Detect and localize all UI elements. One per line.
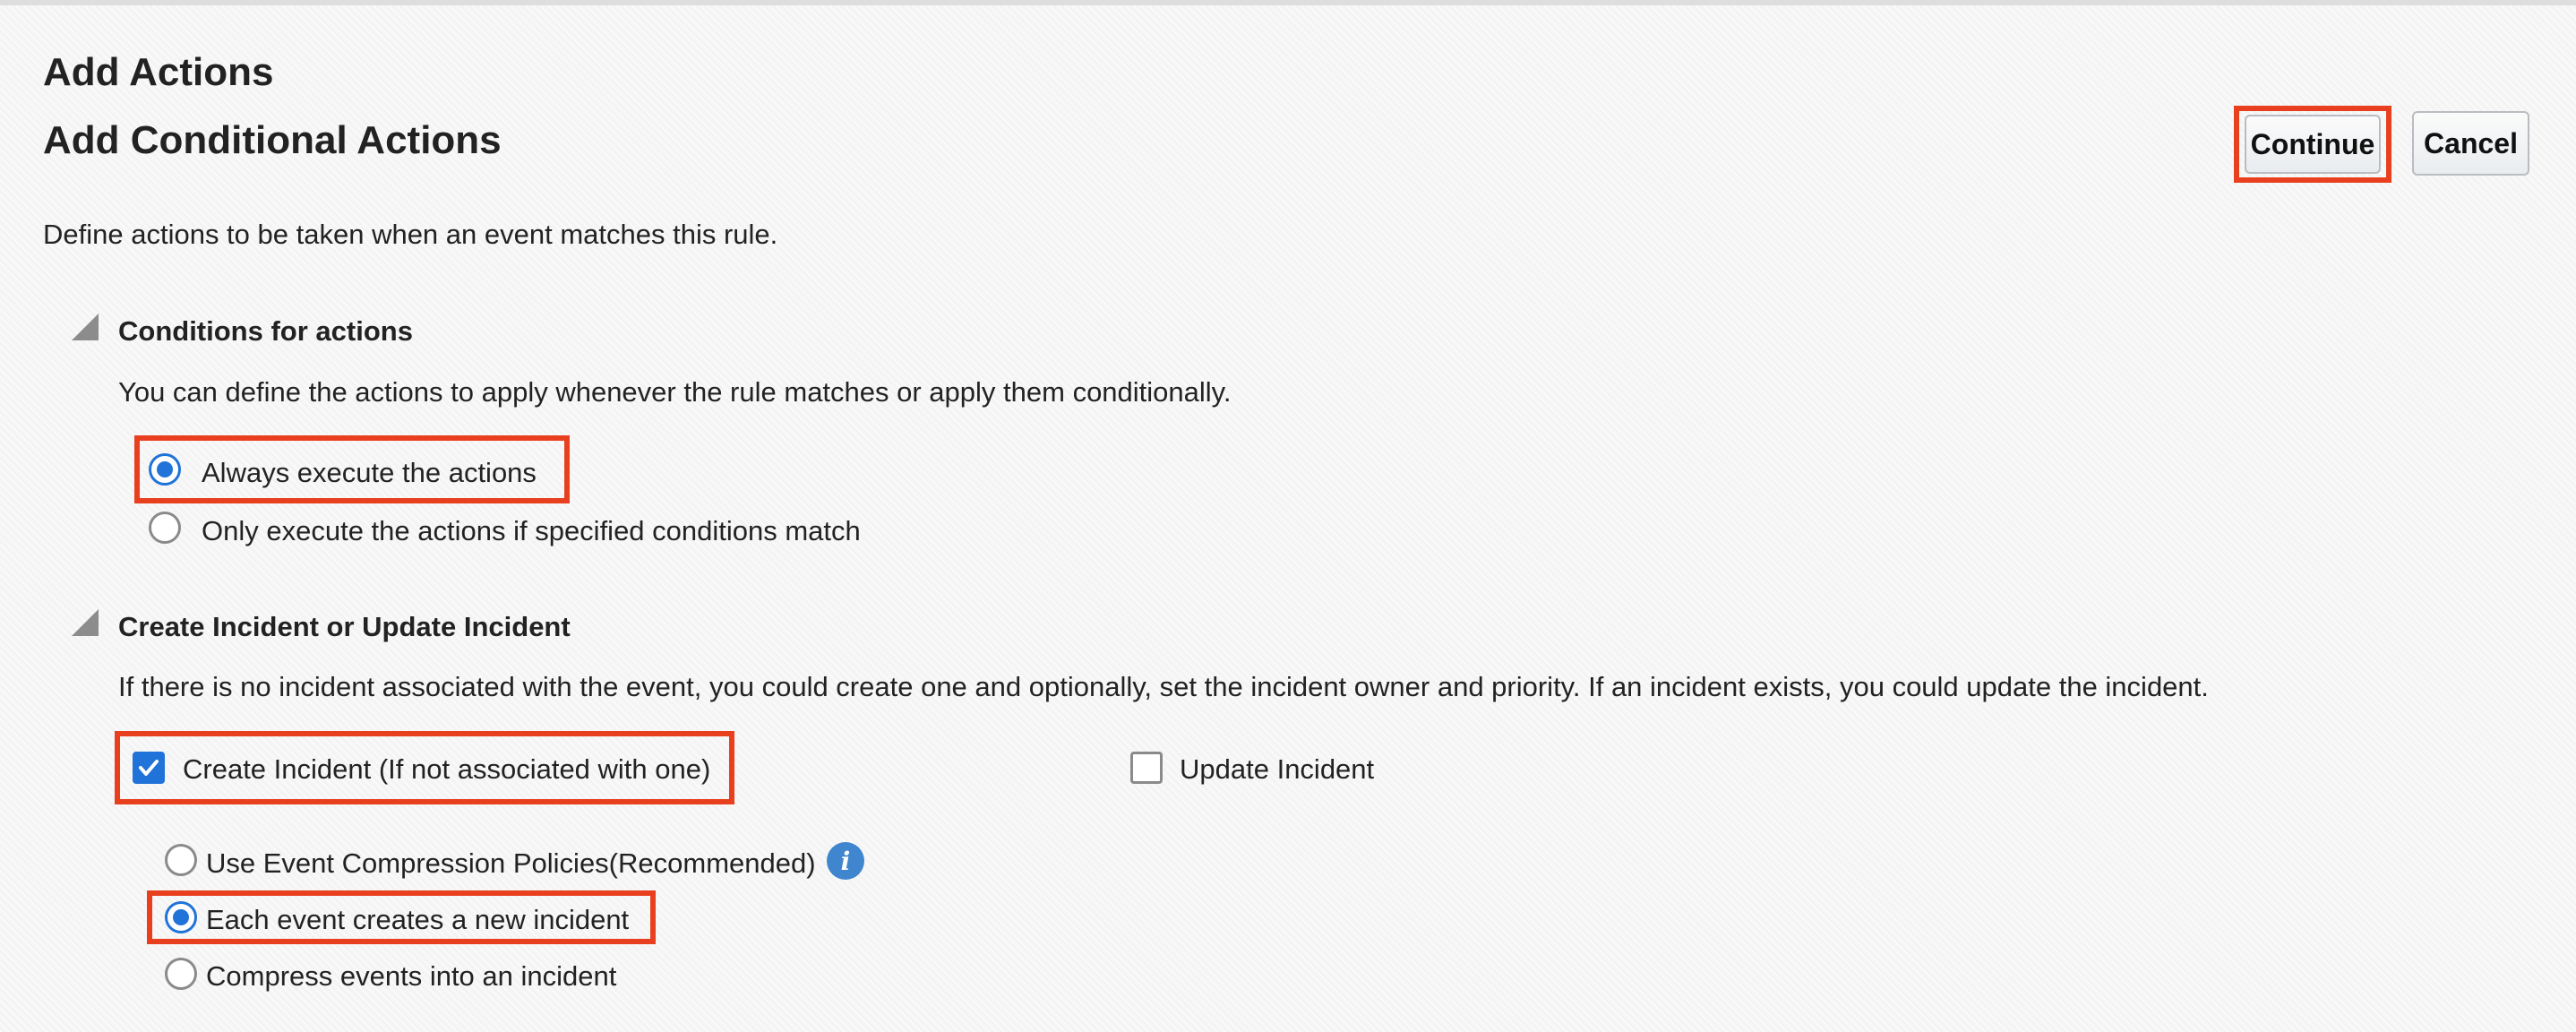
conditions-section-title: Conditions for actions <box>118 315 413 347</box>
cancel-button[interactable]: Cancel <box>2412 111 2529 176</box>
update-incident-label[interactable]: Update Incident <box>1180 753 1374 786</box>
incident-section-title: Create Incident or Update Incident <box>118 611 571 642</box>
page-description: Define actions to be taken when an event… <box>43 219 778 250</box>
compress-events-label[interactable]: Compress events into an incident <box>206 960 616 993</box>
info-icon[interactable]: i <box>827 842 864 880</box>
conditional-execute-radio[interactable] <box>149 512 181 544</box>
top-border <box>0 0 2576 5</box>
always-execute-label[interactable]: Always execute the actions <box>202 457 537 489</box>
collapse-triangle-icon[interactable] <box>72 609 99 636</box>
continue-button[interactable]: Continue <box>2245 115 2381 174</box>
page-title: Add Actions <box>43 50 274 94</box>
create-incident-checkbox[interactable] <box>133 752 165 784</box>
event-compression-label[interactable]: Use Event Compression Policies(Recommend… <box>206 847 816 880</box>
create-incident-label[interactable]: Create Incident (If not associated with … <box>183 753 710 786</box>
update-incident-checkbox[interactable] <box>1130 752 1163 784</box>
page-subtitle: Add Conditional Actions <box>43 118 502 162</box>
event-compression-radio[interactable] <box>165 844 197 876</box>
checkmark-icon <box>139 760 159 776</box>
always-execute-radio[interactable] <box>149 453 181 486</box>
compress-events-radio[interactable] <box>165 958 197 990</box>
conditions-section-description: You can define the actions to apply when… <box>118 376 1232 408</box>
collapse-triangle-icon[interactable] <box>72 314 99 340</box>
conditional-execute-label[interactable]: Only execute the actions if specified co… <box>202 515 861 547</box>
incident-section-description: If there is no incident associated with … <box>118 671 2209 702</box>
each-event-radio[interactable] <box>165 901 197 933</box>
each-event-label[interactable]: Each event creates a new incident <box>206 904 629 936</box>
